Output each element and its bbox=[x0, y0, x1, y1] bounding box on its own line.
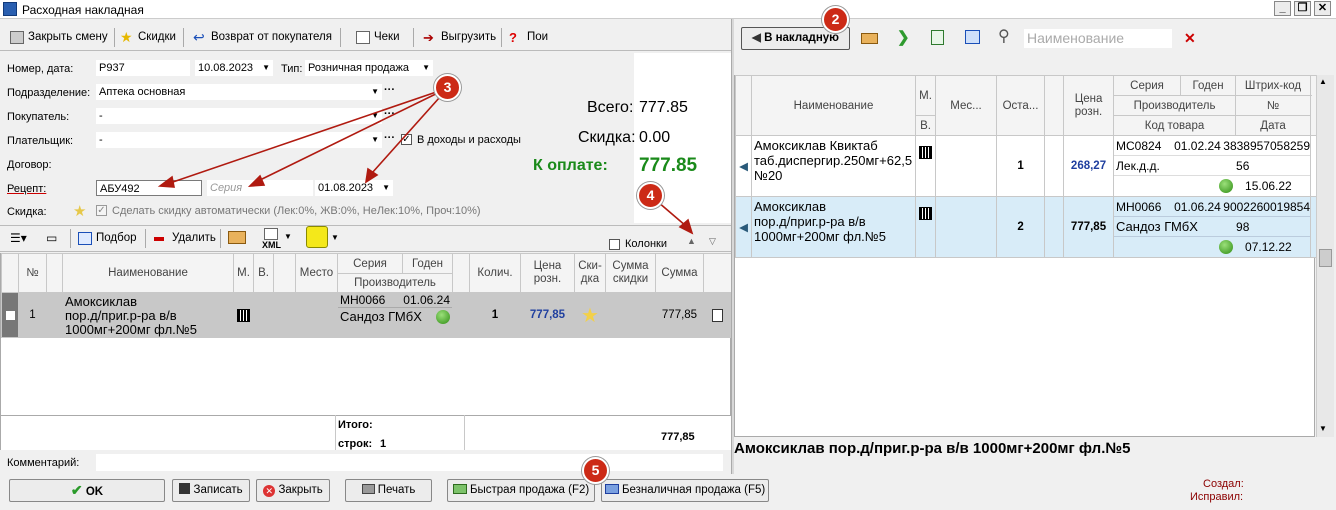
callout-2: 2 bbox=[822, 6, 849, 33]
callout-5: 5 bbox=[582, 457, 609, 484]
arrow-to-series bbox=[257, 87, 449, 182]
callout-4: 4 bbox=[637, 182, 664, 209]
callout-3: 3 bbox=[434, 74, 461, 101]
annotation-arrows bbox=[157, 87, 694, 235]
arrowhead bbox=[247, 174, 266, 187]
arrowhead bbox=[364, 167, 379, 184]
arrowhead bbox=[157, 175, 175, 188]
